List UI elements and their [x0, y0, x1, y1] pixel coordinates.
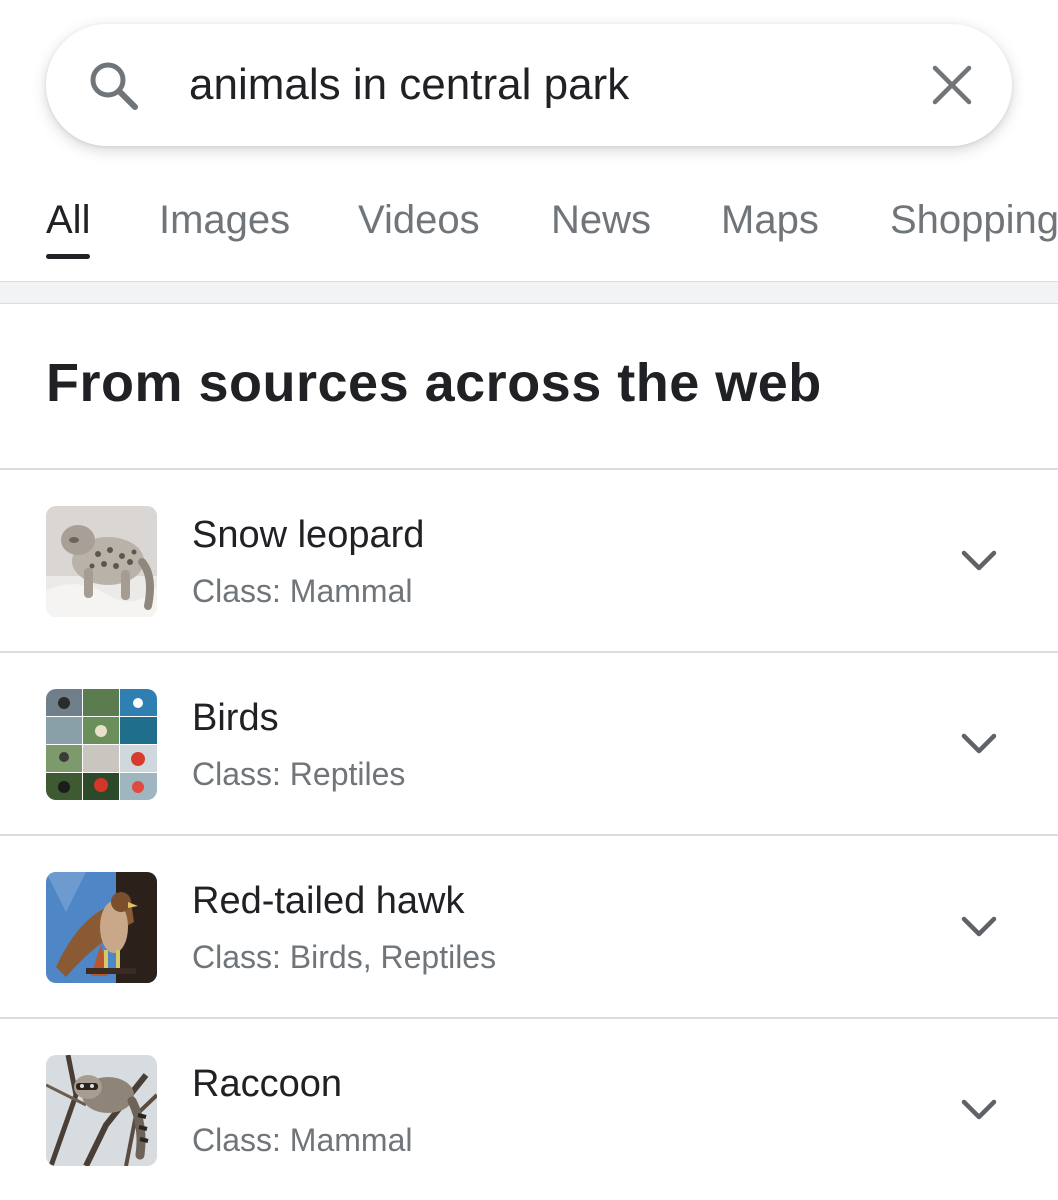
result-subtitle: Class: Reptiles [192, 756, 406, 792]
red-tailed-hawk-thumbnail [46, 872, 157, 983]
tab-all[interactable]: All [46, 198, 90, 243]
chevron-down-icon[interactable] [960, 1097, 998, 1123]
list-item[interactable]: Snow leopard Class: Mammal [0, 468, 1058, 651]
raccoon-thumbnail [46, 1055, 157, 1166]
tab-maps[interactable]: Maps [721, 198, 819, 243]
search-tabs: All Images Videos News Maps Shopping [0, 180, 1058, 282]
active-tab-indicator [46, 254, 90, 259]
section-separator-border [0, 303, 1058, 304]
result-subtitle: Class: Mammal [192, 1122, 413, 1158]
tab-shopping[interactable]: Shopping [890, 198, 1058, 243]
result-title: Raccoon [192, 1063, 342, 1105]
birds-thumbnail [46, 689, 157, 800]
list-item[interactable]: Red-tailed hawk Class: Birds, Reptiles [0, 834, 1058, 1017]
result-subtitle: Class: Birds, Reptiles [192, 939, 497, 975]
result-title: Snow leopard [192, 514, 425, 556]
chevron-down-icon[interactable] [960, 731, 998, 757]
tab-videos[interactable]: Videos [358, 198, 480, 243]
search-bar[interactable] [46, 24, 1012, 146]
list-item[interactable]: Birds Class: Reptiles [0, 651, 1058, 834]
result-title: Birds [192, 697, 279, 739]
result-list: Snow leopard Class: Mammal Birds Class: … [0, 468, 1058, 1200]
chevron-down-icon[interactable] [960, 914, 998, 940]
snow-leopard-thumbnail [46, 506, 157, 617]
result-subtitle: Class: Mammal [192, 573, 413, 609]
result-title: Red-tailed hawk [192, 880, 465, 922]
chevron-down-icon[interactable] [960, 548, 998, 574]
section-separator [0, 282, 1058, 304]
section-heading: From sources across the web [46, 353, 822, 413]
list-item[interactable]: Raccoon Class: Mammal [0, 1017, 1058, 1200]
search-input[interactable] [189, 52, 889, 118]
tab-images[interactable]: Images [159, 198, 290, 243]
close-icon[interactable] [930, 63, 974, 107]
tab-news[interactable]: News [551, 198, 651, 243]
search-icon[interactable] [86, 58, 142, 114]
